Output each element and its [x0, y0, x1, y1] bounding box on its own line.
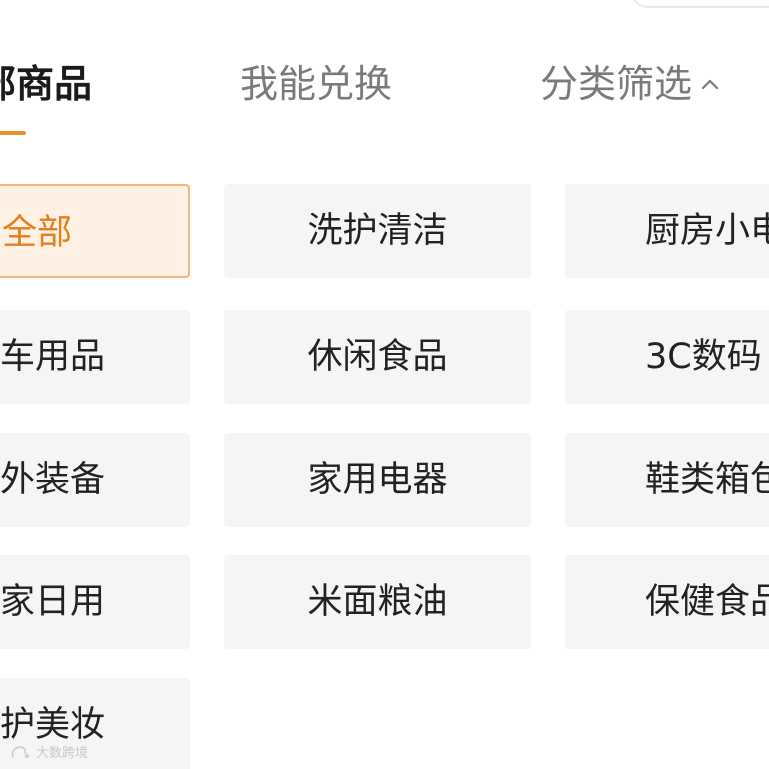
- category-chip-health-food[interactable]: 保健食品: [565, 555, 769, 649]
- tab-category-filter[interactable]: 分类筛选: [540, 58, 722, 110]
- category-chip-cleaning[interactable]: 洗护清洁: [224, 184, 531, 278]
- category-chip-all[interactable]: 全部: [0, 184, 190, 278]
- watermark-text: 大数跨境: [36, 746, 89, 761]
- category-chip-snacks[interactable]: 休闲食品: [224, 310, 531, 404]
- category-chip-household[interactable]: 家日用: [0, 555, 190, 649]
- logo-icon: [10, 744, 32, 760]
- active-tab-indicator: [0, 131, 26, 135]
- category-chip-3c-digital[interactable]: 3C数码: [565, 310, 769, 404]
- tab-all-products[interactable]: 部商品: [0, 58, 92, 110]
- tab-redeemable[interactable]: 我能兑换: [240, 58, 392, 110]
- category-chip-kitchen-appliances[interactable]: 厨房小电: [565, 184, 769, 278]
- category-chip-home-appliances[interactable]: 家用电器: [224, 433, 531, 527]
- category-chip-grain-oil[interactable]: 米面粮油: [224, 555, 531, 649]
- watermark: 大数跨境: [10, 742, 88, 761]
- search-bar[interactable]: [630, 0, 769, 8]
- category-filter-screen: 部商品 我能兑换 分类筛选 全部 洗护清洁 厨房小电 车用品 休闲食品 3C数码…: [0, 0, 769, 769]
- chevron-up-icon[interactable]: [698, 58, 722, 110]
- category-chip-outdoor-gear[interactable]: 外装备: [0, 433, 190, 527]
- category-chip-car-supplies[interactable]: 车用品: [0, 310, 190, 404]
- category-chip-shoes-bags[interactable]: 鞋类箱包: [565, 433, 769, 527]
- tab-category-filter-label: 分类筛选: [540, 62, 693, 106]
